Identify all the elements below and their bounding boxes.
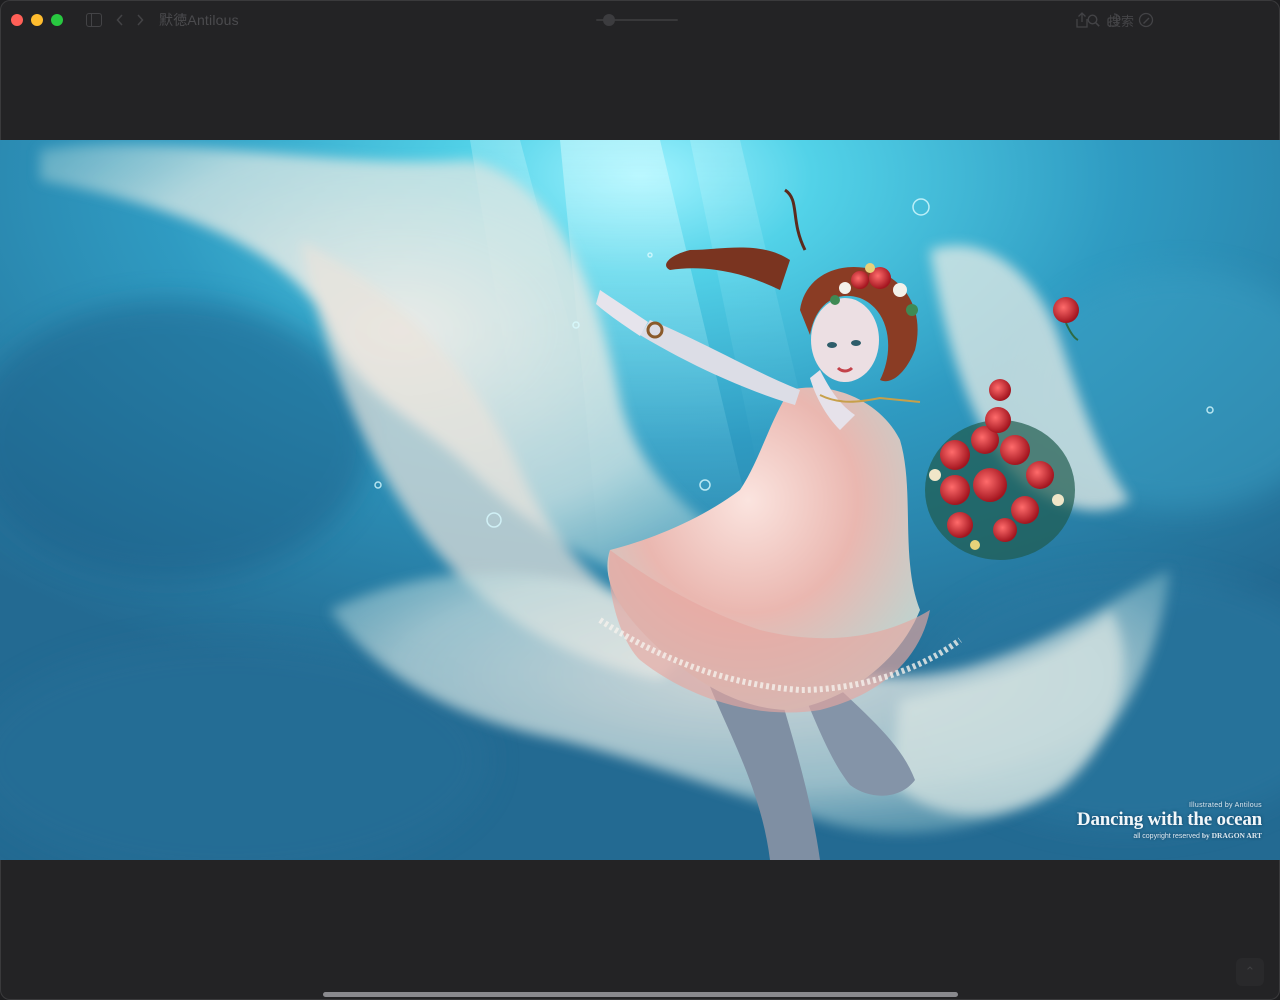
- minimize-window-button[interactable]: [31, 14, 43, 26]
- title-bar: 默徳Antilous 搜索: [0, 0, 1280, 40]
- search-icon: [1084, 11, 1102, 29]
- horizontal-scrollbar[interactable]: [323, 992, 958, 997]
- artwork-credit: Illustrated by Antilous: [1188, 802, 1262, 809]
- preview-window: 默徳Antilous 搜索 Illustrated by Antilous Da…: [0, 0, 1280, 1000]
- corner-glyph: ⌃: [1244, 964, 1256, 979]
- artwork-title: Dancing with the ocean: [1076, 809, 1262, 830]
- copyright-text: all copyright reserved: [1133, 833, 1200, 840]
- artwork-image: [0, 140, 1280, 860]
- chevron-right-icon[interactable]: [131, 11, 149, 29]
- window-controls: [11, 14, 63, 26]
- window-title: 默徳Antilous: [159, 12, 239, 28]
- artwork-copyright: all copyright reserved by DRAGON ART: [1077, 831, 1262, 840]
- close-window-button[interactable]: [11, 14, 23, 26]
- zoom-slider-thumb[interactable]: [603, 14, 615, 26]
- corner-arrow-icon[interactable]: ⌃: [1236, 958, 1264, 986]
- fullscreen-window-button[interactable]: [51, 14, 63, 26]
- artwork-caption: Illustrated by Antilous Dancing with the…: [1077, 802, 1262, 840]
- image-canvas[interactable]: Illustrated by Antilous Dancing with the…: [0, 140, 1280, 860]
- search-placeholder: 搜索: [1108, 13, 1135, 29]
- chevron-left-icon[interactable]: [111, 11, 129, 29]
- search-field[interactable]: 搜索: [1084, 11, 1194, 29]
- copyright-by: by DRAGON ART: [1201, 831, 1262, 840]
- zoom-slider[interactable]: [590, 14, 680, 26]
- sidebar-icon[interactable]: [85, 11, 103, 29]
